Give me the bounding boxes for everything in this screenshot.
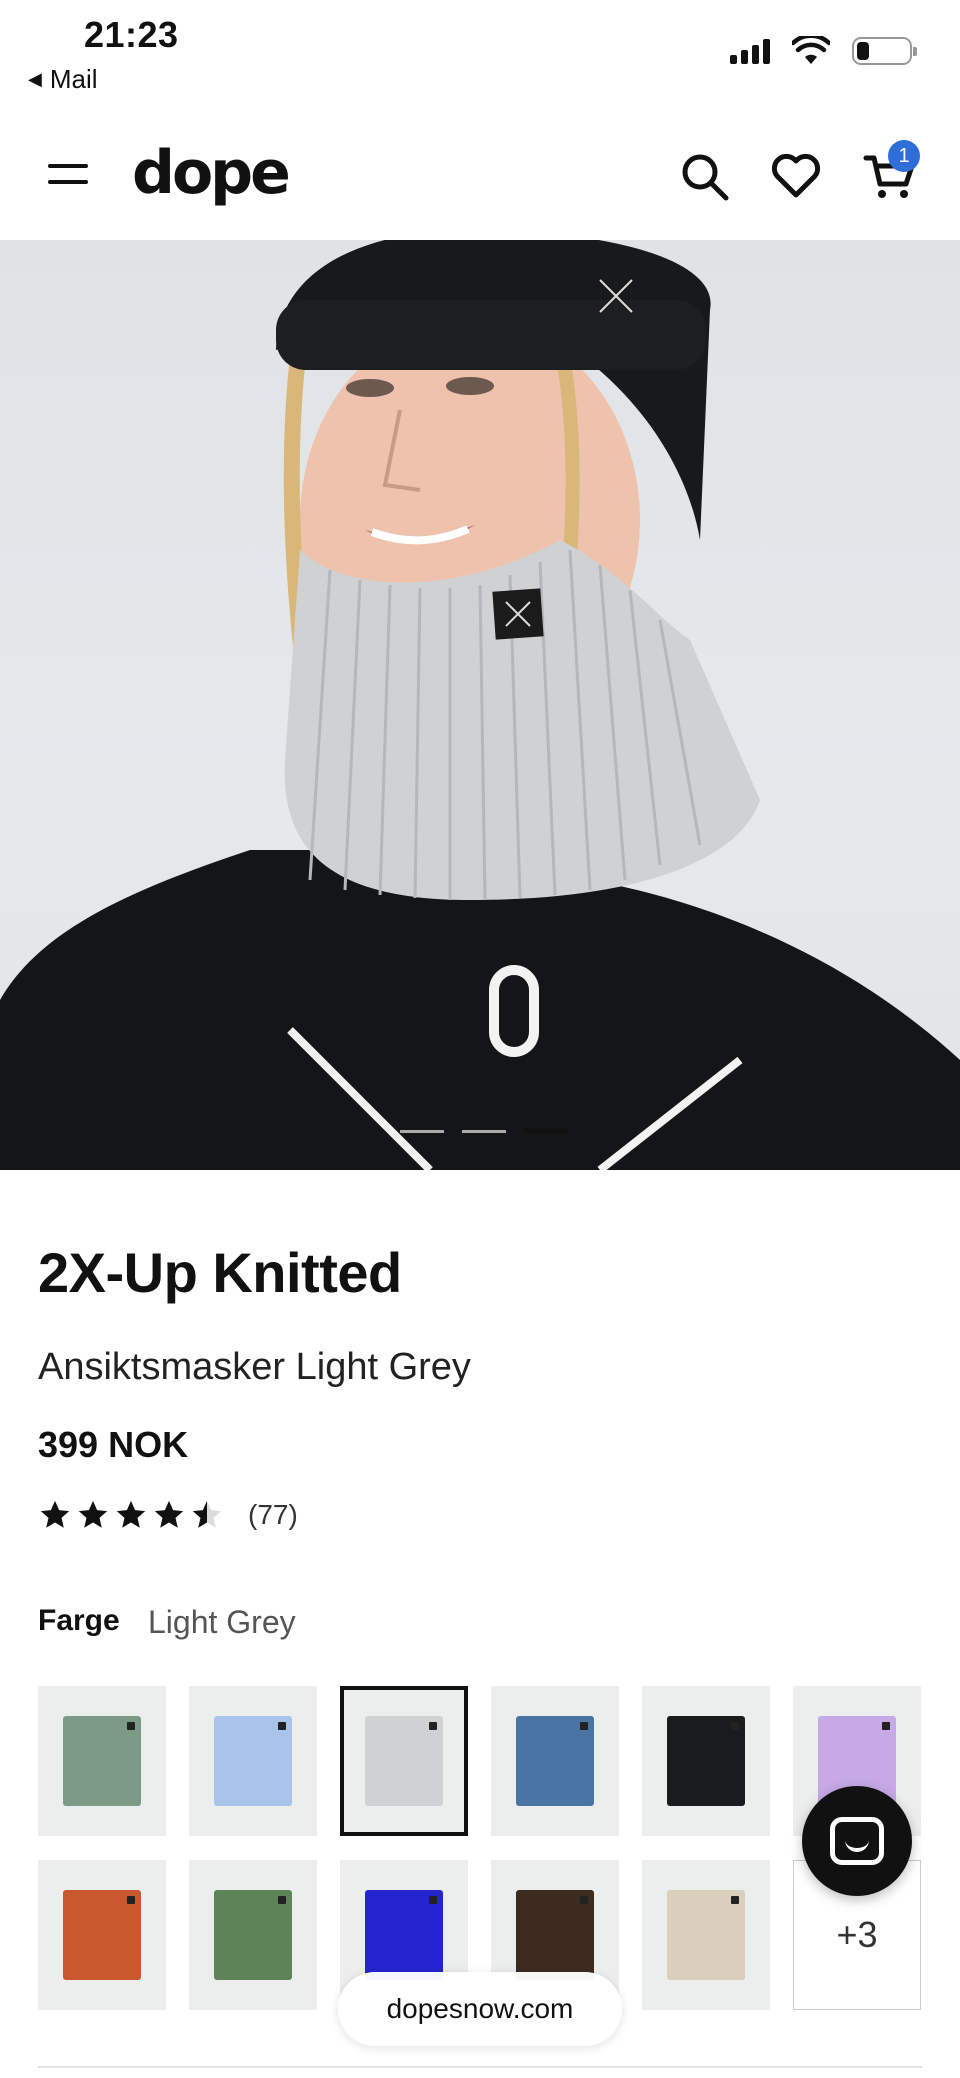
heart-icon[interactable]	[768, 148, 824, 204]
clock: 21:23	[84, 14, 179, 55]
search-icon[interactable]	[676, 148, 732, 204]
color-swatch-blue[interactable]	[491, 1686, 619, 1836]
color-swatch-black[interactable]	[642, 1686, 770, 1836]
color-swatch-sand[interactable]	[642, 1860, 770, 2010]
product-rating[interactable]: (77)	[38, 1498, 298, 1532]
selected-color-name: Light Grey	[148, 1604, 296, 1640]
carousel-dot-active[interactable]	[524, 1128, 568, 1134]
product-subtitle: Ansiktsmasker Light Grey	[38, 1346, 471, 1388]
wifi-icon	[792, 36, 830, 64]
star-icon	[78, 1500, 108, 1528]
chat-support-button[interactable]	[802, 1786, 912, 1896]
product-image[interactable]	[0, 240, 960, 1170]
hamburger-menu-icon[interactable]	[48, 158, 88, 190]
back-to-mail-label: Mail	[49, 64, 98, 94]
color-swatch-green[interactable]	[38, 1686, 166, 1836]
battery-icon	[852, 37, 917, 65]
color-swatch-light-grey[interactable]	[340, 1686, 468, 1836]
product-photo	[0, 240, 960, 1170]
brand-logo[interactable]: dope	[132, 138, 291, 208]
star-icon	[154, 1500, 184, 1528]
browser-url-bar[interactable]: dopesnow.com	[338, 1972, 622, 2046]
color-swatch-orange[interactable]	[38, 1860, 166, 2010]
rating-count[interactable]: (77)	[248, 1499, 298, 1531]
color-label: Farge	[38, 1604, 120, 1637]
status-icons	[730, 36, 917, 66]
color-swatch-light-blue[interactable]	[189, 1686, 317, 1836]
chat-icon	[830, 1817, 884, 1865]
cart-count-badge: 1	[888, 140, 920, 172]
carousel-dot[interactable]	[400, 1130, 444, 1133]
status-bar: 21:23 ◀ Mail	[0, 0, 960, 110]
color-swatch-moss-green[interactable]	[189, 1860, 317, 2010]
site-header: dope 1	[0, 110, 960, 240]
product-price: 399 NOK	[38, 1424, 189, 1465]
carousel-dot[interactable]	[462, 1130, 506, 1133]
half-star-icon	[192, 1500, 222, 1528]
back-to-mail-link[interactable]: ◀ Mail	[28, 64, 98, 95]
carousel-indicators[interactable]	[400, 1128, 568, 1134]
back-triangle-icon: ◀	[28, 69, 42, 89]
product-title: 2X-Up Knitted	[38, 1241, 402, 1304]
cellular-signal-icon	[730, 38, 770, 64]
star-icon	[40, 1500, 70, 1528]
divider	[38, 2066, 922, 2068]
star-icon	[116, 1500, 146, 1528]
